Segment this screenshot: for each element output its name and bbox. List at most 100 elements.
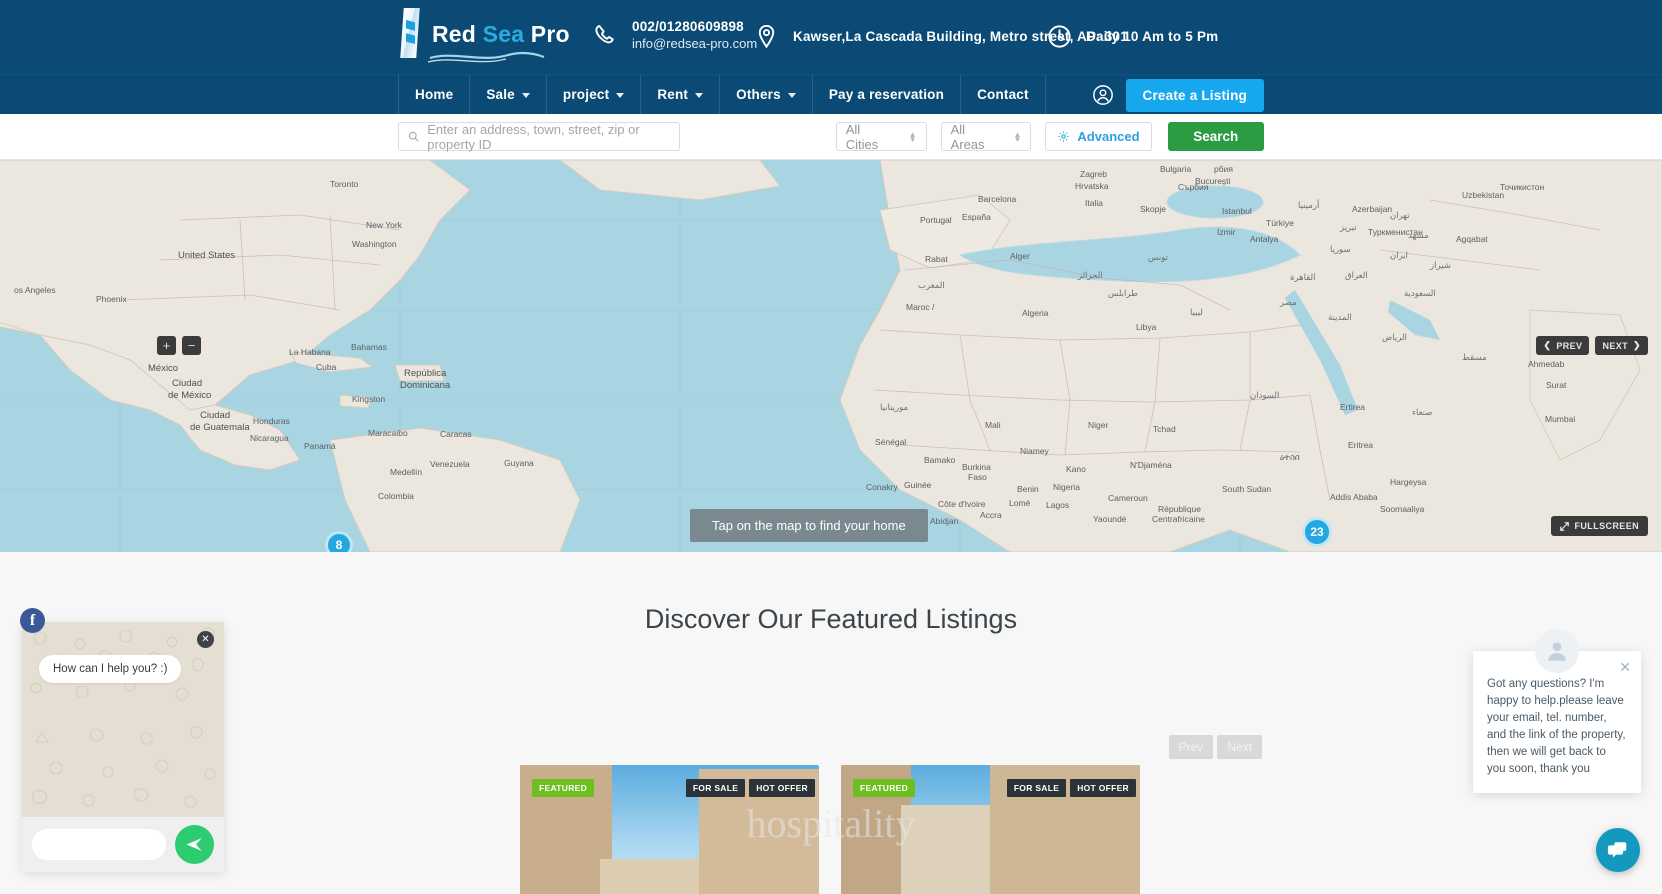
svg-text:Türkiye: Türkiye [1266,218,1294,228]
property-map[interactable]: Toronto New York Washington os Angeles P… [0,160,1662,552]
map-cluster-marker[interactable]: 8 [325,531,353,552]
map-next-label: NEXT [1602,340,1629,351]
svg-text:Hargeysa: Hargeysa [1390,477,1427,487]
phone-icon [595,24,614,44]
site-logo[interactable]: Red Sea Pro [398,8,570,63]
map-cluster-marker[interactable]: 23 [1302,517,1332,547]
nav-item-home[interactable]: Home [398,75,471,114]
svg-text:United States: United States [178,250,235,261]
badge-row: FOR SALE HOT OFFER [685,779,815,797]
svg-text:Colombia: Colombia [378,491,414,501]
map-zoom-in-button[interactable]: + [157,336,176,355]
svg-text:سوريا: سوريا [1330,245,1351,255]
svg-text:Alger: Alger [1010,251,1030,261]
nav-item-rent[interactable]: Rent [641,75,721,114]
svg-text:República: República [404,368,447,379]
logo-mark-icon [398,8,426,60]
map-zoom-controls[interactable]: + − [157,336,201,355]
chat-popup-close-button[interactable]: ✕ [1619,659,1631,676]
svg-text:Washington: Washington [352,239,397,249]
svg-text:Eritrea: Eritrea [1348,440,1373,450]
nav-item-project[interactable]: project [547,75,642,114]
messenger-greeting-bubble: How can I help you? :) [39,655,182,683]
svg-text:İzmir: İzmir [1217,227,1236,237]
messenger-conversation: ✕ How can I help you? :) [22,622,224,817]
svg-text:الرياض: الرياض [1382,333,1407,343]
svg-text:Tchad: Tchad [1153,424,1176,434]
user-avatar-icon [1535,629,1579,673]
svg-text:القاهرة: القاهرة [1290,273,1315,283]
svg-text:Azerbaijan: Azerbaijan [1352,204,1392,214]
messenger-close-button[interactable]: ✕ [197,631,214,648]
clock-icon [1048,25,1071,48]
header-phone-info[interactable]: 002/01280609898 info@redsea-pro.com [592,18,757,53]
svg-text:Kingston: Kingston [352,394,385,404]
map-next-button[interactable]: NEXT ❯ [1595,336,1648,355]
nav-label: Others [736,87,781,102]
avatar-glyph-icon [1548,642,1566,661]
map-pagination[interactable]: ❮ PREV NEXT ❯ [1536,336,1648,355]
chevron-down-icon [616,93,625,98]
areas-select[interactable]: All Areas ▲ ▼ [940,122,1032,152]
chevron-down-icon [695,93,704,98]
svg-text:Nicaragua: Nicaragua [250,433,289,443]
svg-text:Guinée: Guinée [904,480,932,490]
svg-text:Yaoundé: Yaoundé [1093,514,1127,524]
nav-item-contact[interactable]: Contact [961,75,1046,114]
advanced-search-button[interactable]: Advanced [1045,122,1152,151]
svg-text:Hrvatska: Hrvatska [1075,181,1109,191]
svg-text:Skopje: Skopje [1140,204,1166,214]
featured-prev-button[interactable]: Prev [1168,735,1214,759]
create-listing-button[interactable]: Create a Listing [1125,78,1264,112]
map-fullscreen-button[interactable]: FULLSCREEN [1550,516,1648,536]
facebook-icon[interactable]: f [20,608,45,633]
svg-text:Сърбия: Сърбия [1178,182,1209,192]
svg-text:Rabat: Rabat [925,254,948,264]
svg-text:Italia: Italia [1085,198,1103,208]
nav-label: Sale [486,87,515,102]
logo-word-2: Sea [482,20,525,47]
map-canvas[interactable]: Toronto New York Washington os Angeles P… [0,160,1662,552]
messenger-widget[interactable]: ✕ How can I help you? :) [22,622,224,872]
select-arrows-icon: ▲ ▼ [1013,129,1022,144]
svg-text:Lagos: Lagos [1046,500,1069,510]
svg-text:La Habana: La Habana [289,347,331,357]
featured-next-button[interactable]: Next [1217,735,1262,759]
svg-text:Accra: Accra [980,510,1002,520]
nav-item-pay-reservation[interactable]: Pay a reservation [813,75,962,114]
nav-item-others[interactable]: Others [720,75,813,114]
svg-text:Uzbekistan: Uzbekistan [1462,190,1504,200]
hours-text: Daily 10 Am to 5 Pm [1086,29,1219,44]
messenger-message-input[interactable] [32,829,166,860]
svg-text:موريتانيا: موريتانيا [880,403,908,413]
svg-text:المدينة: المدينة [1328,313,1352,323]
svg-text:الجزائر: الجزائر [1077,271,1103,281]
nav-label: Contact [977,87,1029,102]
chat-launcher-button[interactable] [1596,828,1640,872]
select-arrows-icon: ▲ ▼ [908,129,917,144]
svg-text:N'Djaména: N'Djaména [1130,460,1172,470]
svg-text:Conakry: Conakry [866,482,898,492]
search-bar: Enter an address, town, street, zip or p… [0,114,1662,160]
svg-text:Dominicana: Dominicana [400,380,451,391]
user-account-icon[interactable] [1092,84,1114,106]
messenger-send-button[interactable] [175,825,214,864]
svg-text:Antalya: Antalya [1250,234,1279,244]
featured-pagination[interactable]: Prev Next [1168,735,1262,759]
search-button[interactable]: Search [1167,122,1264,151]
search-input-wrapper[interactable]: Enter an address, town, street, zip or p… [398,122,680,152]
svg-text:Barcelona: Barcelona [978,194,1017,204]
svg-text:Venezuela: Venezuela [430,459,470,469]
svg-text:Niger: Niger [1088,420,1108,430]
nav-item-sale[interactable]: Sale [470,75,547,114]
svg-text:Maroc /: Maroc / [906,302,935,312]
search-input[interactable]: Enter an address, town, street, zip or p… [427,122,669,152]
badge-featured: FEATURED [853,779,916,797]
cities-select[interactable]: All Cities ▲ ▼ [835,122,927,152]
svg-text:مصر: مصر [1279,298,1297,308]
gear-icon [1058,131,1070,142]
svg-text:العراق: العراق [1345,271,1368,281]
chat-popup: ✕ Got any questions? I'm happy to help.p… [1473,629,1641,793]
map-prev-button[interactable]: ❮ PREV [1536,336,1590,355]
map-zoom-out-button[interactable]: − [182,336,201,355]
